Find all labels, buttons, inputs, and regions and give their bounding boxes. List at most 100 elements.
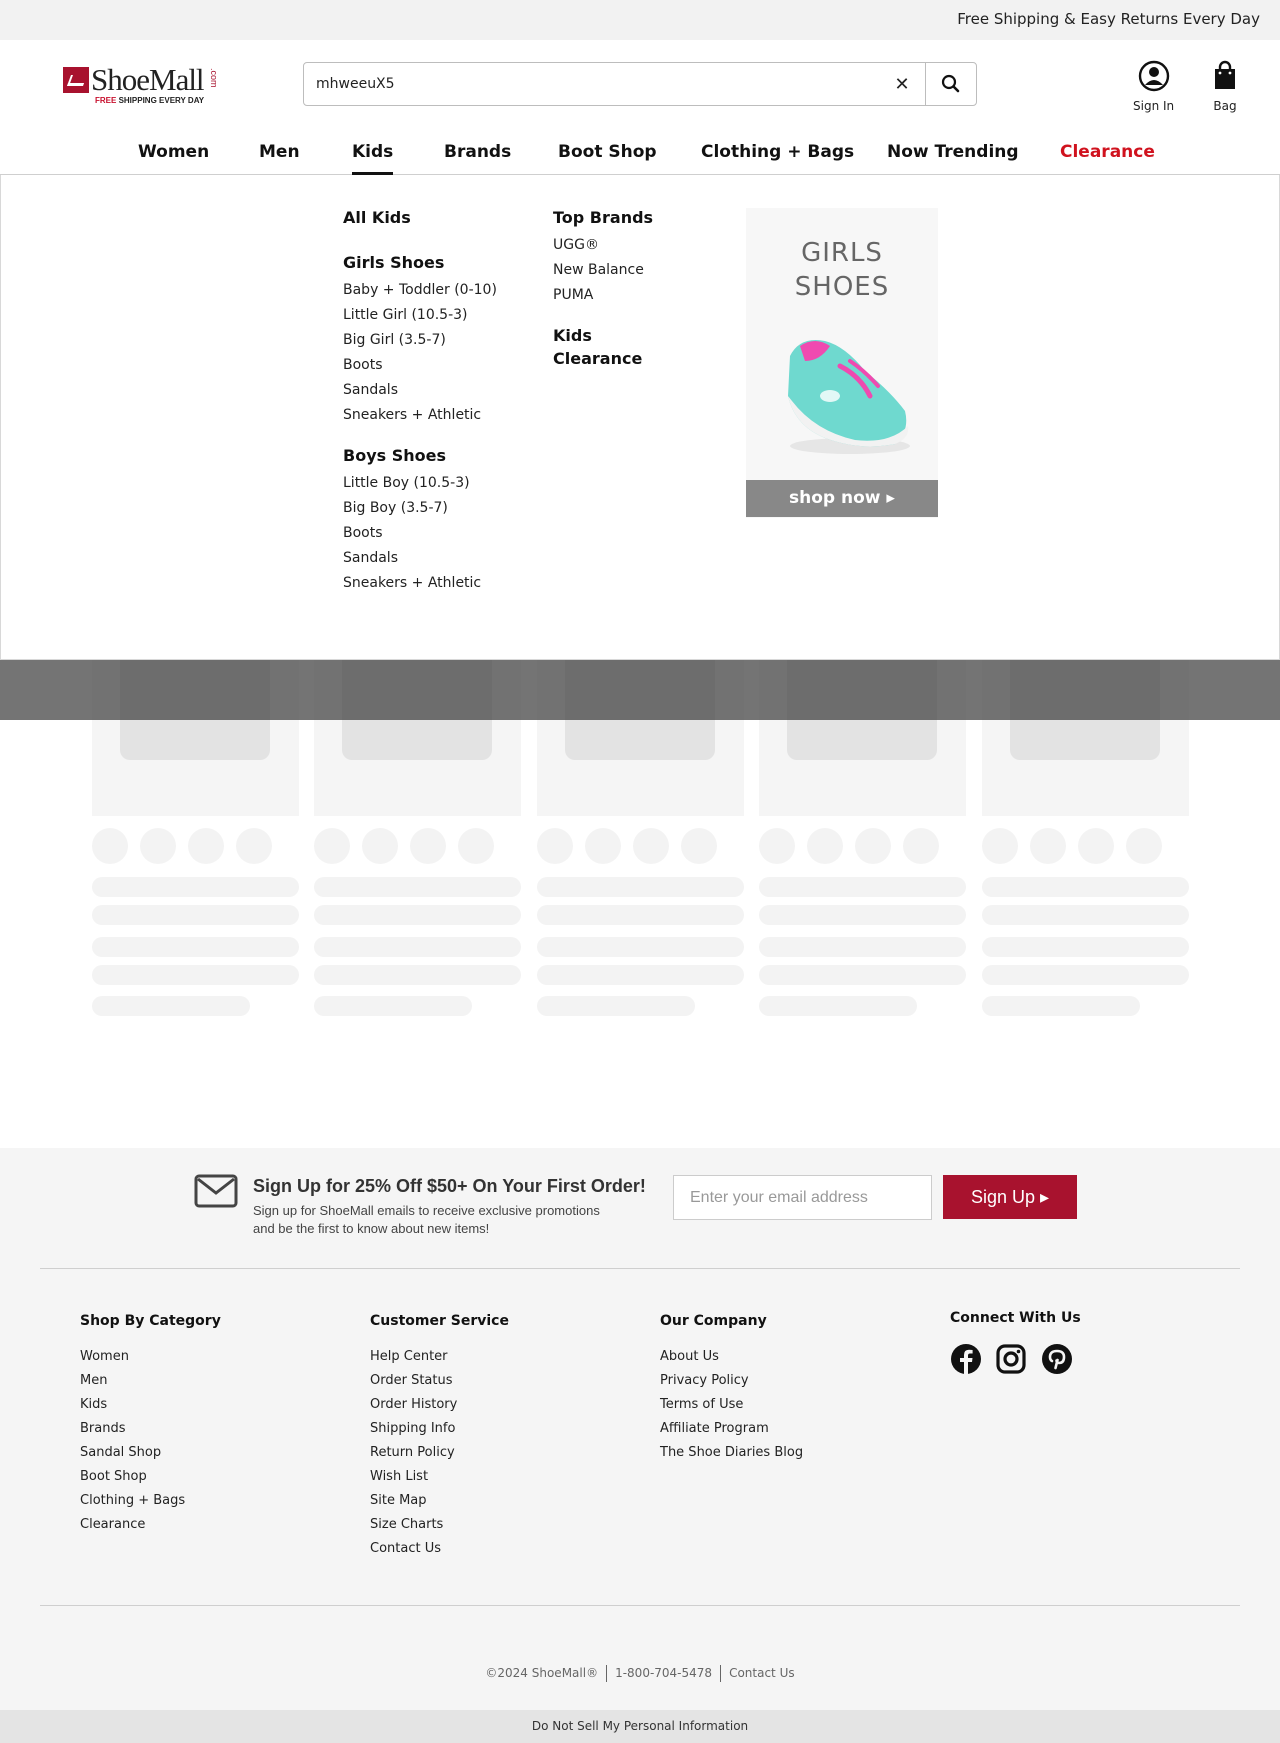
- girls-link[interactable]: Sneakers + Athletic: [343, 403, 497, 428]
- newsletter-email-input[interactable]: [673, 1175, 932, 1220]
- footer-link[interactable]: Terms of Use: [660, 1393, 803, 1417]
- shop-now-button[interactable]: shop now ▸: [746, 480, 938, 517]
- instagram-icon[interactable]: [995, 1343, 1027, 1375]
- footer-link[interactable]: Return Policy: [370, 1441, 509, 1465]
- girls-link[interactable]: Big Girl (3.5-7): [343, 328, 497, 353]
- skeleton-swatch: [807, 828, 843, 864]
- girls-link[interactable]: Little Girl (10.5-3): [343, 303, 497, 328]
- footer-shop-column: Shop By Category Women Men Kids Brands S…: [80, 1313, 221, 1537]
- skeleton-text-line: [537, 996, 695, 1016]
- boys-link[interactable]: Sandals: [343, 546, 497, 571]
- newsletter-signup-button[interactable]: Sign Up ▸: [943, 1175, 1077, 1219]
- boys-link[interactable]: Big Boy (3.5-7): [343, 496, 497, 521]
- footer-link[interactable]: Wish List: [370, 1465, 509, 1489]
- nav-men[interactable]: Men: [259, 142, 300, 162]
- sign-in-label: Sign In: [1133, 99, 1175, 113]
- skeleton-text-line: [92, 937, 299, 957]
- nav-brands[interactable]: Brands: [444, 142, 511, 162]
- girls-link[interactable]: Boots: [343, 353, 497, 378]
- footer-link[interactable]: The Shoe Diaries Blog: [660, 1441, 803, 1465]
- search-input[interactable]: [316, 73, 876, 95]
- skeleton-text-line: [537, 965, 744, 985]
- footer-link[interactable]: About Us: [660, 1345, 803, 1369]
- skeleton-text-line: [982, 937, 1189, 957]
- brand-link[interactable]: PUMA: [553, 283, 653, 308]
- girls-shoes-heading[interactable]: Girls Shoes: [343, 253, 497, 272]
- footer-link[interactable]: Contact Us: [370, 1537, 509, 1561]
- footer-link[interactable]: Privacy Policy: [660, 1369, 803, 1393]
- skeleton-text-line: [314, 937, 521, 957]
- kids-clearance-line1: Kids: [553, 326, 592, 345]
- nav-now-trending[interactable]: Now Trending: [887, 142, 1019, 162]
- skeleton-text-line: [982, 905, 1189, 925]
- footer-heading: Our Company: [660, 1313, 767, 1329]
- all-kids-link[interactable]: All Kids: [343, 208, 497, 227]
- facebook-icon[interactable]: [950, 1343, 982, 1375]
- girls-sneaker-image: [788, 340, 910, 454]
- skeleton-swatch: [681, 828, 717, 864]
- nav-women[interactable]: Women: [138, 142, 209, 162]
- copyright-bar: ©2024 ShoeMall® 1-800-704-5478 Contact Us: [0, 1665, 1280, 1682]
- footer-link[interactable]: Affiliate Program: [660, 1417, 803, 1441]
- search-icon: [941, 74, 960, 93]
- skeleton-swatch: [1030, 828, 1066, 864]
- skeleton-swatch: [903, 828, 939, 864]
- footer-link[interactable]: Size Charts: [370, 1513, 509, 1537]
- girls-link[interactable]: Baby + Toddler (0-10): [343, 278, 497, 303]
- pinterest-icon[interactable]: [1041, 1343, 1073, 1375]
- do-not-sell-link[interactable]: Do Not Sell My Personal Information: [0, 1710, 1280, 1743]
- footer-link[interactable]: Clothing + Bags: [80, 1489, 221, 1513]
- girls-shoes-promo[interactable]: GIRLS SHOES shop now ▸: [746, 208, 938, 518]
- skeleton-swatch: [982, 828, 1018, 864]
- kids-clearance-link[interactable]: Kids Clearance: [553, 326, 653, 368]
- skeleton-swatch: [537, 828, 573, 864]
- footer-link[interactable]: Men: [80, 1369, 221, 1393]
- footer-link[interactable]: Order History: [370, 1393, 509, 1417]
- clear-search-icon[interactable]: ✕: [892, 74, 912, 94]
- skeleton-text-line: [92, 905, 299, 925]
- sign-in-button[interactable]: Sign In: [1133, 60, 1174, 113]
- shopping-bag-icon: [1215, 60, 1235, 89]
- skeleton-text-line: [759, 965, 966, 985]
- skeleton-swatch: [314, 828, 350, 864]
- boys-link[interactable]: Little Boy (10.5-3): [343, 471, 497, 496]
- brand-link[interactable]: New Balance: [553, 258, 653, 283]
- boys-shoes-heading[interactable]: Boys Shoes: [343, 446, 497, 465]
- contact-us-link[interactable]: Contact Us: [721, 1666, 803, 1680]
- girls-boys-column: All Kids Girls Shoes Baby + Toddler (0-1…: [343, 208, 497, 596]
- footer-link[interactable]: Shipping Info: [370, 1417, 509, 1441]
- skeleton-text-line: [537, 877, 744, 897]
- copyright-text: ©2024 ShoeMall®: [485, 1666, 599, 1680]
- bag-button[interactable]: Bag: [1211, 60, 1239, 113]
- girls-link[interactable]: Sandals: [343, 378, 497, 403]
- footer-link[interactable]: Clearance: [80, 1513, 221, 1537]
- footer-link[interactable]: Sandal Shop: [80, 1441, 221, 1465]
- search-button[interactable]: [926, 63, 976, 105]
- nav-boot-shop[interactable]: Boot Shop: [558, 142, 657, 162]
- boys-link[interactable]: Sneakers + Athletic: [343, 571, 497, 596]
- footer-link[interactable]: Order Status: [370, 1369, 509, 1393]
- footer-link[interactable]: Brands: [80, 1417, 221, 1441]
- nav-clearance[interactable]: Clearance: [1060, 142, 1155, 162]
- footer-link[interactable]: Kids: [80, 1393, 221, 1417]
- footer-link[interactable]: Help Center: [370, 1345, 509, 1369]
- nav-clothing-bags[interactable]: Clothing + Bags: [701, 142, 854, 162]
- logo-tagline-rest: SHIPPING EVERY DAY: [116, 96, 205, 105]
- skeleton-swatch: [1078, 828, 1114, 864]
- boys-link[interactable]: Boots: [343, 521, 497, 546]
- skeleton-text-line: [759, 996, 917, 1016]
- skeleton-text-line: [314, 965, 521, 985]
- skeleton-text-line: [982, 877, 1189, 897]
- footer-link[interactable]: Boot Shop: [80, 1465, 221, 1489]
- skeleton-swatch: [759, 828, 795, 864]
- brand-link[interactable]: UGG®: [553, 233, 653, 258]
- phone-link[interactable]: 1-800-704-5478: [607, 1666, 720, 1680]
- logo-mark-icon: [63, 67, 89, 93]
- top-brands-heading[interactable]: Top Brands: [553, 208, 653, 227]
- footer-link[interactable]: Women: [80, 1345, 221, 1369]
- footer-link[interactable]: Site Map: [370, 1489, 509, 1513]
- shoemall-logo[interactable]: ShoeMall .com FREE SHIPPING EVERY DAY: [63, 62, 223, 108]
- nav-kids[interactable]: Kids: [352, 142, 394, 175]
- site-footer: Shop By Category Women Men Kids Brands S…: [0, 1268, 1280, 1743]
- skeleton-swatch: [855, 828, 891, 864]
